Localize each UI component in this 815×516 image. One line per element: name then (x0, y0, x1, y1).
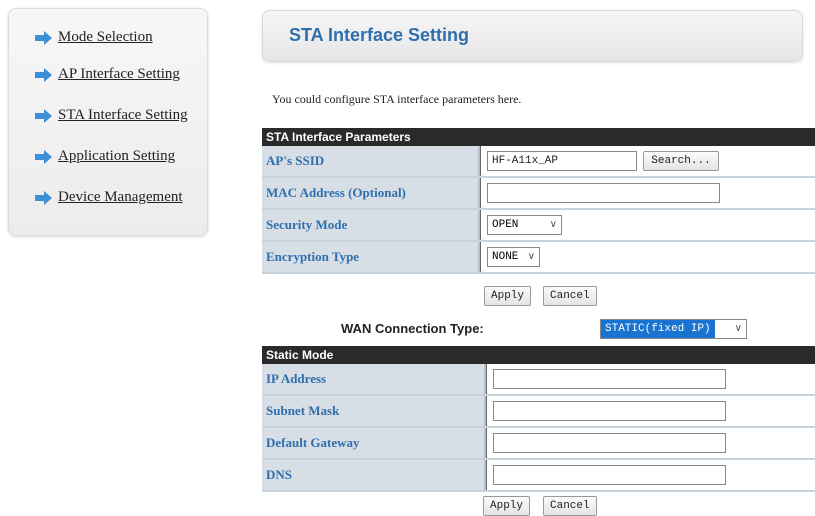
subnet-mask-label: Subnet Mask (262, 396, 486, 426)
encryption-type-cell: NONE ∨ (480, 242, 815, 272)
ssid-label: AP's SSID (262, 146, 480, 176)
sidebar-link-application[interactable]: Application Setting (58, 148, 175, 165)
page-description: You could configure STA interface parame… (272, 92, 522, 106)
table-row: Encryption Type NONE ∨ (262, 242, 815, 274)
default-gateway-input[interactable] (493, 433, 726, 453)
sta-params-table: STA Interface Parameters AP's SSID Searc… (262, 128, 815, 274)
ip-address-cell (486, 364, 815, 394)
sidebar-link-device-management[interactable]: Device Management (58, 189, 183, 206)
dns-label: DNS (262, 460, 486, 490)
sidebar-item-sta-interface[interactable]: STA Interface Setting (35, 107, 188, 124)
sidebar-item-mode-selection[interactable]: Mode Selection (35, 29, 153, 46)
arrow-right-icon (35, 190, 52, 205)
sta-apply-button[interactable]: Apply (484, 286, 532, 306)
arrow-right-icon (35, 149, 52, 164)
arrow-right-icon (35, 108, 52, 123)
sidebar-item-application[interactable]: Application Setting (35, 148, 175, 165)
default-gateway-label: Default Gateway (262, 428, 486, 458)
sidebar-menu: Mode Selection AP Interface Setting STA … (8, 8, 208, 236)
page-title-box: STA Interface Setting (262, 10, 803, 62)
security-mode-cell: OPEN ∨ (480, 210, 815, 240)
chevron-down-icon: ∨ (549, 220, 557, 231)
table-row: Default Gateway (262, 428, 815, 460)
static-cancel-button[interactable]: Cancel (543, 496, 597, 516)
table-row: AP's SSID Search... (262, 146, 815, 178)
sidebar-item-device-management[interactable]: Device Management (35, 189, 183, 206)
subnet-mask-input[interactable] (493, 401, 726, 421)
chevron-down-icon: ∨ (734, 324, 742, 335)
security-mode-value: OPEN (492, 219, 519, 231)
dns-input[interactable] (493, 465, 726, 485)
wan-connection-label: WAN Connection Type: (341, 321, 484, 336)
sidebar-link-sta-interface[interactable]: STA Interface Setting (58, 107, 188, 124)
wan-connection-select[interactable]: STATIC(fixed IP) ∨ (600, 319, 747, 339)
static-apply-button[interactable]: Apply (483, 496, 531, 516)
chevron-down-icon: ∨ (527, 252, 535, 263)
mac-address-input[interactable] (487, 183, 720, 203)
arrow-right-icon (35, 67, 52, 82)
encryption-type-select[interactable]: NONE ∨ (487, 247, 540, 267)
sta-cancel-button[interactable]: Cancel (543, 286, 597, 306)
mac-cell (480, 178, 815, 208)
page-title: STA Interface Setting (289, 25, 470, 45)
sidebar-item-ap-interface[interactable]: AP Interface Setting (35, 66, 180, 83)
ssid-cell: Search... (480, 146, 815, 176)
table-row: Subnet Mask (262, 396, 815, 428)
arrow-right-icon (35, 30, 52, 45)
subnet-mask-cell (486, 396, 815, 426)
mac-label: MAC Address (Optional) (262, 178, 480, 208)
security-mode-select[interactable]: OPEN ∨ (487, 215, 562, 235)
sidebar-link-mode-selection[interactable]: Mode Selection (58, 29, 153, 46)
sidebar-link-ap-interface[interactable]: AP Interface Setting (58, 66, 180, 83)
ip-address-label: IP Address (262, 364, 486, 394)
encryption-type-value: NONE (492, 251, 519, 263)
security-mode-label: Security Mode (262, 210, 480, 240)
table-row: IP Address (262, 364, 815, 396)
sta-params-header: STA Interface Parameters (262, 128, 815, 146)
static-mode-header: Static Mode (262, 346, 815, 364)
default-gateway-cell (486, 428, 815, 458)
table-row: MAC Address (Optional) (262, 178, 815, 210)
dns-cell (486, 460, 815, 490)
search-button[interactable]: Search... (643, 151, 719, 171)
ip-address-input[interactable] (493, 369, 726, 389)
static-mode-table: Static Mode IP Address Subnet Mask Defau… (262, 346, 815, 492)
encryption-type-label: Encryption Type (262, 242, 480, 272)
table-row: DNS (262, 460, 815, 492)
wan-connection-value: STATIC(fixed IP) (601, 320, 715, 338)
table-row: Security Mode OPEN ∨ (262, 210, 815, 242)
ssid-input[interactable] (487, 151, 637, 171)
